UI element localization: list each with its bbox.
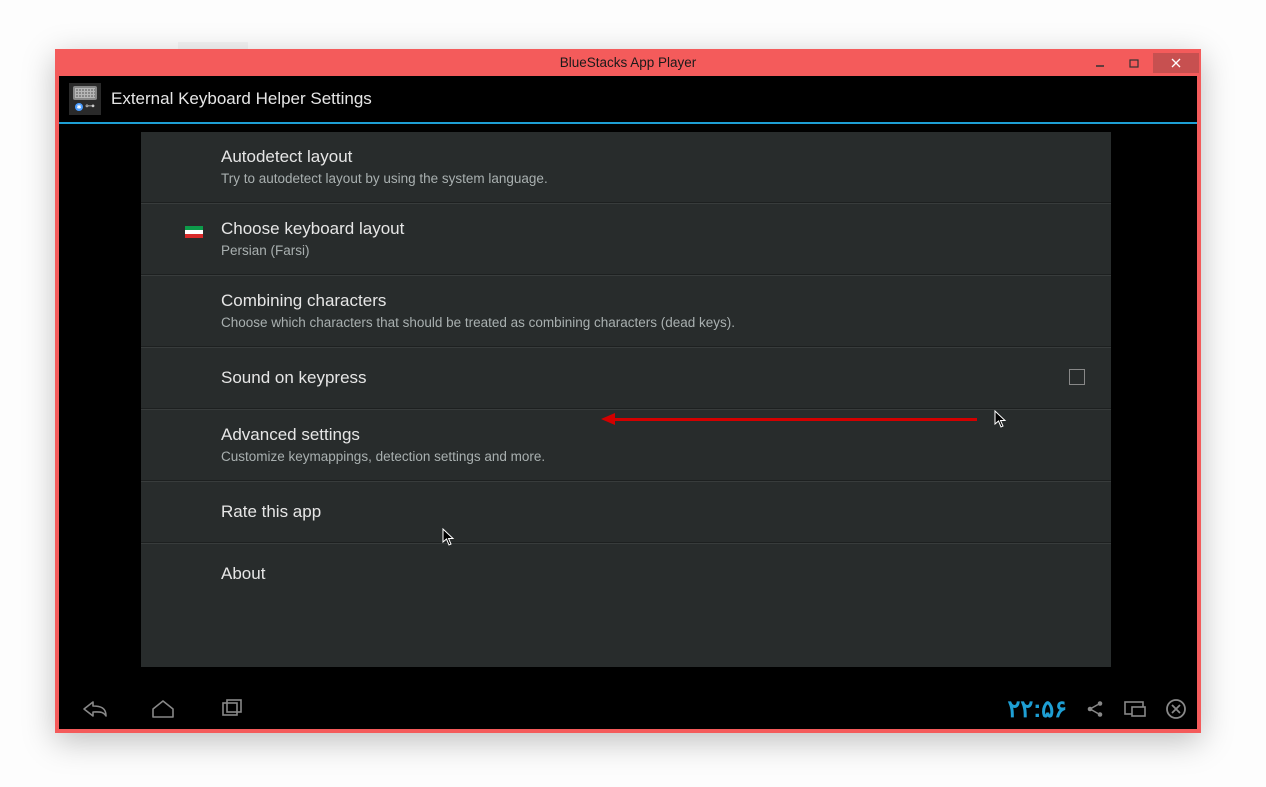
setting-title: Sound on keypress xyxy=(221,367,1097,389)
app-viewport: ✱ ⊶ External Keyboard Helper Settings Au… xyxy=(59,76,1197,729)
setting-choose-keyboard-layout[interactable]: Choose keyboard layout Persian (Farsi) xyxy=(141,203,1111,275)
app-icon: ✱ ⊶ xyxy=(69,83,101,115)
setting-advanced-settings[interactable]: Advanced settings Customize keymappings,… xyxy=(141,409,1111,481)
recent-apps-button[interactable] xyxy=(217,698,245,720)
setting-title: Choose keyboard layout xyxy=(221,218,1097,240)
window-titlebar[interactable]: BlueStacks App Player xyxy=(55,49,1201,76)
back-button[interactable] xyxy=(81,698,109,720)
window-frame: BlueStacks App Player ✱ ⊶ External Keybo… xyxy=(55,49,1201,733)
statusbar-clock: ۲۲:۵۶ xyxy=(1007,695,1067,724)
setting-title: Rate this app xyxy=(221,501,1097,523)
setting-subtitle: Customize keymappings, detection setting… xyxy=(221,448,1097,466)
settings-panel: Autodetect layout Try to autodetect layo… xyxy=(141,132,1111,667)
sound-checkbox[interactable] xyxy=(1069,369,1085,385)
close-circle-icon[interactable] xyxy=(1165,698,1187,720)
setting-rate-this-app[interactable]: Rate this app xyxy=(141,481,1111,543)
setting-subtitle: Try to autodetect layout by using the sy… xyxy=(221,170,1097,188)
window-title: BlueStacks App Player xyxy=(560,55,697,70)
screen-icon[interactable] xyxy=(1123,699,1147,719)
setting-subtitle: Choose which characters that should be t… xyxy=(221,314,1097,332)
setting-about[interactable]: About xyxy=(141,543,1111,604)
setting-autodetect-layout[interactable]: Autodetect layout Try to autodetect layo… xyxy=(141,132,1111,203)
home-button[interactable] xyxy=(149,698,177,720)
setting-title: Advanced settings xyxy=(221,424,1097,446)
background-tab-fragment xyxy=(178,42,248,49)
minimize-button[interactable] xyxy=(1085,54,1115,72)
setting-subtitle: Persian (Farsi) xyxy=(221,242,1097,260)
maximize-button[interactable] xyxy=(1119,54,1149,72)
share-icon[interactable] xyxy=(1085,699,1105,719)
setting-title: Autodetect layout xyxy=(221,146,1097,168)
setting-title: About xyxy=(221,563,1097,585)
setting-combining-characters[interactable]: Combining characters Choose which charac… xyxy=(141,275,1111,347)
setting-sound-on-keypress[interactable]: Sound on keypress xyxy=(141,347,1111,409)
app-header: ✱ ⊶ External Keyboard Helper Settings xyxy=(59,76,1197,124)
setting-title: Combining characters xyxy=(221,290,1097,312)
flag-iran-icon xyxy=(185,226,203,238)
android-nav-bar: ۲۲:۵۶ xyxy=(59,689,1197,729)
window-controls xyxy=(1083,49,1201,76)
app-title: External Keyboard Helper Settings xyxy=(111,89,372,109)
close-button[interactable] xyxy=(1153,53,1199,73)
